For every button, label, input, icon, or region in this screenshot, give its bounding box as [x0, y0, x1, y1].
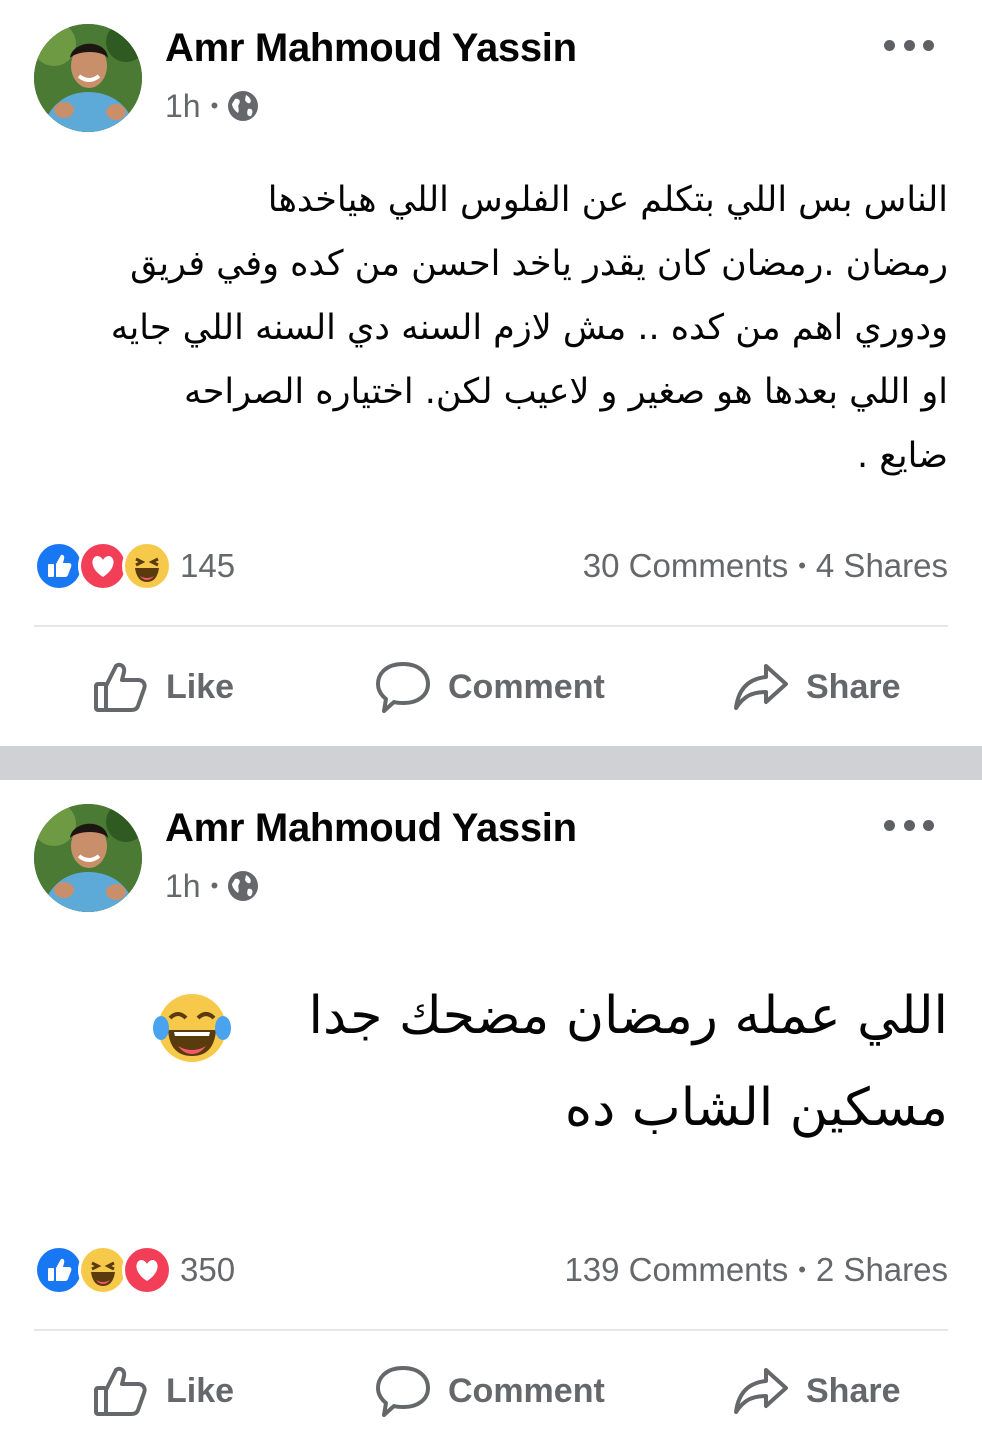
love-reaction-icon	[122, 1245, 172, 1295]
love-reaction-icon	[78, 541, 128, 591]
share-button[interactable]: Share	[732, 642, 901, 732]
meta-separator: •	[210, 93, 219, 118]
post-text-line: ودوري اهم من كده .. مش لازم السنه دي الس…	[110, 308, 948, 348]
thumbs-up-icon	[94, 662, 147, 712]
post-text-line: اللي عمله رمضان مضحك جدا	[308, 986, 948, 1046]
globe-icon	[228, 871, 259, 901]
share-count[interactable]: 4 Shares	[816, 547, 948, 585]
comment-bubble-icon	[376, 662, 430, 713]
share-arrow-icon	[734, 1368, 788, 1414]
thumbs-up-icon	[94, 1366, 147, 1416]
author-name[interactable]: Amr Mahmoud Yassin	[165, 806, 577, 851]
post-text-line: رمضان .رمضان كان يقدر ياخد احسن من كده و…	[130, 244, 948, 284]
globe-icon	[228, 91, 259, 121]
haha-reaction-icon	[122, 541, 172, 591]
reaction-count: 350	[180, 1251, 236, 1288]
author-avatar[interactable]	[34, 804, 142, 912]
comment-button[interactable]: Comment	[374, 1346, 605, 1436]
action-divider	[34, 625, 948, 627]
comment-label: Comment	[448, 667, 605, 706]
comment-count[interactable]: 139 Comments	[564, 1251, 788, 1289]
count-separator: •	[798, 1257, 806, 1282]
count-separator: •	[798, 553, 806, 578]
post-meta: 1h •	[165, 84, 260, 128]
meta-separator: •	[210, 873, 219, 898]
post-stats: 350 139 Comments • 2 Shares	[34, 1245, 948, 1295]
share-arrow-icon	[734, 664, 788, 710]
author-name[interactable]: Amr Mahmoud Yassin	[165, 26, 577, 71]
post-card: Amr Mahmoud Yassin 1h • اللي عمله رمضان …	[0, 780, 982, 1440]
engagement-counts: 30 Comments • 4 Shares	[583, 547, 948, 585]
comment-count[interactable]: 30 Comments	[583, 547, 788, 585]
post-header: Amr Mahmoud Yassin 1h •	[0, 0, 982, 140]
post-text-line: مسكين الشاب ده	[564, 1078, 948, 1138]
like-button[interactable]: Like	[92, 1346, 234, 1436]
post-text-line: او اللي بعدها هو صغير و لاعيب لكن. اختيا…	[183, 372, 948, 412]
action-bar: Like Comment Share	[0, 1346, 982, 1436]
like-label: Like	[166, 667, 235, 706]
post-header: Amr Mahmoud Yassin 1h •	[0, 780, 982, 920]
like-reaction-icon	[34, 1245, 84, 1295]
more-options-icon[interactable]	[884, 30, 934, 60]
share-label: Share	[806, 1371, 901, 1410]
comment-button[interactable]: Comment	[374, 642, 605, 732]
post-card: Amr Mahmoud Yassin 1h • الناس بس اللي بت…	[0, 0, 982, 746]
haha-reaction-icon	[78, 1245, 128, 1295]
post-time[interactable]: 1h	[165, 868, 201, 905]
post-meta: 1h •	[165, 864, 260, 908]
post-text-line: الناس بس اللي بتكلم عن الفلوس اللي هياخد…	[267, 180, 948, 220]
more-options-icon[interactable]	[884, 810, 934, 840]
share-count[interactable]: 2 Shares	[816, 1251, 948, 1289]
share-button[interactable]: Share	[732, 1346, 901, 1436]
share-label: Share	[806, 667, 901, 706]
reactions-summary[interactable]: 145	[34, 541, 235, 591]
post-time[interactable]: 1h	[165, 88, 201, 125]
engagement-counts: 139 Comments • 2 Shares	[564, 1251, 948, 1289]
reaction-count: 145	[180, 547, 236, 584]
like-button[interactable]: Like	[92, 642, 234, 732]
post-stats: 145 30 Comments • 4 Shares	[34, 541, 948, 591]
action-divider	[34, 1329, 948, 1331]
author-avatar[interactable]	[34, 24, 142, 132]
post-body: الناس بس اللي بتكلم عن الفلوس اللي هياخد…	[36, 168, 948, 488]
feed-separator	[0, 746, 982, 780]
post-body: اللي عمله رمضان مضحك جدا مسكين الشاب ده	[148, 970, 948, 1154]
like-label: Like	[166, 1371, 235, 1410]
like-reaction-icon	[34, 541, 84, 591]
reactions-summary[interactable]: 350	[34, 1245, 235, 1295]
comment-label: Comment	[448, 1371, 605, 1410]
action-bar: Like Comment Share	[0, 642, 982, 732]
comment-bubble-icon	[376, 1366, 430, 1417]
post-text-line: ضايع .	[856, 436, 948, 476]
